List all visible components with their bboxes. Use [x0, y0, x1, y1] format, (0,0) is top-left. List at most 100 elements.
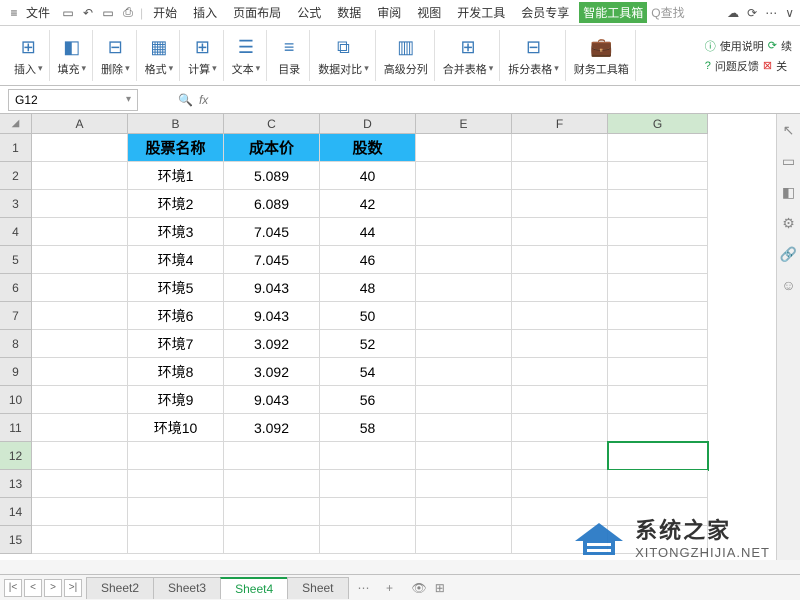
namebox-dropdown-icon[interactable]: ▾	[126, 94, 131, 105]
row-header-8[interactable]: 8	[0, 330, 32, 358]
fx-label[interactable]: fx	[199, 93, 208, 107]
sheet-last-button[interactable]: >|	[64, 579, 82, 597]
ribbon-fill[interactable]: ◧填充▾	[52, 30, 94, 81]
cell-F8[interactable]	[512, 330, 608, 358]
cell-B4[interactable]: 环境3	[128, 218, 224, 246]
tab-start[interactable]: 开始	[147, 2, 183, 23]
cell-A13[interactable]	[32, 470, 128, 498]
panel-icon[interactable]: ◧	[782, 184, 795, 201]
cell-E11[interactable]	[416, 414, 512, 442]
robot-icon[interactable]: ☺	[781, 277, 795, 293]
select-all-corner[interactable]: ◢	[0, 114, 32, 134]
ribbon-delete[interactable]: ⊟删除▾	[95, 30, 137, 81]
sheet-tab-Sheet4[interactable]: Sheet4	[220, 577, 288, 599]
cell-E3[interactable]	[416, 190, 512, 218]
col-header-B[interactable]: B	[128, 114, 224, 134]
cell-G9[interactable]	[608, 358, 708, 386]
cell-G11[interactable]	[608, 414, 708, 442]
settings-icon[interactable]: ⚙	[782, 215, 795, 232]
cursor-icon[interactable]: ↖	[783, 122, 795, 139]
cell-F7[interactable]	[512, 302, 608, 330]
cell-D9[interactable]: 54	[320, 358, 416, 386]
cell-E9[interactable]	[416, 358, 512, 386]
ribbon-merge[interactable]: ⊞合并表格▾	[437, 30, 501, 81]
cell-G8[interactable]	[608, 330, 708, 358]
sheet-next-button[interactable]: >	[44, 579, 62, 597]
cell-D10[interactable]: 56	[320, 386, 416, 414]
tab-dev[interactable]: 开发工具	[451, 2, 511, 23]
tab-layout[interactable]: 页面布局	[227, 2, 287, 23]
cell-D7[interactable]: 50	[320, 302, 416, 330]
view-icon[interactable]: 👁	[412, 581, 427, 595]
cell-C3[interactable]: 6.089	[224, 190, 320, 218]
cell-A5[interactable]	[32, 246, 128, 274]
cell-A14[interactable]	[32, 498, 128, 526]
col-header-E[interactable]: E	[416, 114, 512, 134]
cell-C10[interactable]: 9.043	[224, 386, 320, 414]
cell-D4[interactable]: 44	[320, 218, 416, 246]
ribbon-toc[interactable]: ≡目录	[269, 30, 310, 81]
cell-F12[interactable]	[512, 442, 608, 470]
row-header-12[interactable]: 12	[0, 442, 32, 470]
col-header-F[interactable]: F	[512, 114, 608, 134]
cell-B7[interactable]: 环境6	[128, 302, 224, 330]
cell-A2[interactable]	[32, 162, 128, 190]
save-icon[interactable]: ▭	[60, 5, 76, 21]
cell-F13[interactable]	[512, 470, 608, 498]
cell-B10[interactable]: 环境9	[128, 386, 224, 414]
col-header-D[interactable]: D	[320, 114, 416, 134]
cell-D12[interactable]	[320, 442, 416, 470]
cell-E6[interactable]	[416, 274, 512, 302]
row-header-15[interactable]: 15	[0, 526, 32, 554]
cell-E2[interactable]	[416, 162, 512, 190]
cell-B6[interactable]: 环境5	[128, 274, 224, 302]
redo-icon[interactable]: ▭	[100, 5, 116, 21]
ribbon-compare[interactable]: ⧉数据对比▾	[312, 30, 376, 81]
cell-G4[interactable]	[608, 218, 708, 246]
cell-C11[interactable]: 3.092	[224, 414, 320, 442]
cell-C9[interactable]: 3.092	[224, 358, 320, 386]
hamburger-icon[interactable]: ≡	[6, 5, 22, 21]
cell-C15[interactable]	[224, 526, 320, 554]
cell-G6[interactable]	[608, 274, 708, 302]
cell-B8[interactable]: 环境7	[128, 330, 224, 358]
row-header-1[interactable]: 1	[0, 134, 32, 162]
cell-G12[interactable]	[608, 442, 708, 470]
cell-F14[interactable]	[512, 498, 608, 526]
cell-C1[interactable]: 成本价	[224, 134, 320, 162]
cell-B3[interactable]: 环境2	[128, 190, 224, 218]
cell-E10[interactable]	[416, 386, 512, 414]
cell-G14[interactable]	[608, 498, 708, 526]
row-header-6[interactable]: 6	[0, 274, 32, 302]
cell-C6[interactable]: 9.043	[224, 274, 320, 302]
cell-C7[interactable]: 9.043	[224, 302, 320, 330]
cell-G5[interactable]	[608, 246, 708, 274]
sheet-first-button[interactable]: |<	[4, 579, 22, 597]
file-menu[interactable]: 文件	[26, 4, 50, 21]
ribbon-text[interactable]: ☰文本▾	[226, 30, 268, 81]
ribbon-format[interactable]: ▦格式▾	[139, 30, 181, 81]
col-header-A[interactable]: A	[32, 114, 128, 134]
cell-B2[interactable]: 环境1	[128, 162, 224, 190]
cell-B1[interactable]: 股票名称	[128, 134, 224, 162]
cell-E12[interactable]	[416, 442, 512, 470]
sheet-add-button[interactable]: +	[380, 581, 400, 595]
tab-member[interactable]: 会员专享	[515, 2, 575, 23]
cell-F5[interactable]	[512, 246, 608, 274]
cell-D11[interactable]: 58	[320, 414, 416, 442]
cell-G1[interactable]	[608, 134, 708, 162]
row-header-5[interactable]: 5	[0, 246, 32, 274]
ribbon-calc[interactable]: ⊞计算▾	[182, 30, 224, 81]
cell-B12[interactable]	[128, 442, 224, 470]
cell-D13[interactable]	[320, 470, 416, 498]
cell-A12[interactable]	[32, 442, 128, 470]
cell-C13[interactable]	[224, 470, 320, 498]
cell-D14[interactable]	[320, 498, 416, 526]
cell-E14[interactable]	[416, 498, 512, 526]
cell-B13[interactable]	[128, 470, 224, 498]
col-header-C[interactable]: C	[224, 114, 320, 134]
cell-A15[interactable]	[32, 526, 128, 554]
cell-G15[interactable]	[608, 526, 708, 554]
tab-view[interactable]: 视图	[411, 2, 447, 23]
cell-F10[interactable]	[512, 386, 608, 414]
